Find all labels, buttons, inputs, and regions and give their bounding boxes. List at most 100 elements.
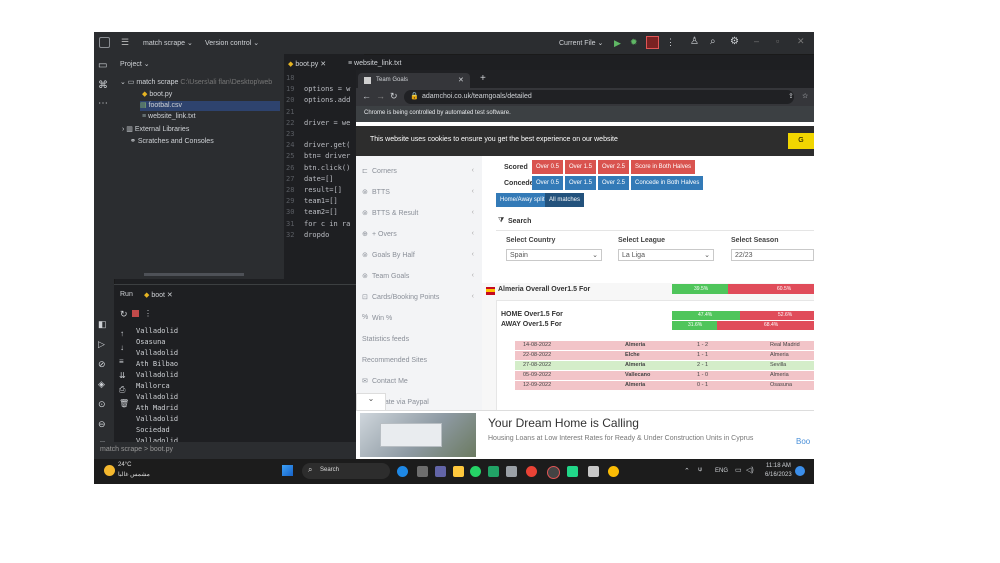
- conceded-over15-button[interactable]: Over 1.5: [565, 176, 597, 190]
- services-icon[interactable]: ◈: [98, 379, 105, 390]
- main-menu-icon[interactable]: ☰: [121, 37, 129, 48]
- delete-icon[interactable]: 🗑: [119, 399, 129, 408]
- reload-icon[interactable]: ↻: [390, 91, 398, 102]
- minimize-icon[interactable]: –: [754, 36, 759, 46]
- stop-run-icon[interactable]: [132, 310, 139, 317]
- scroll-up-icon[interactable]: ↑: [120, 329, 124, 338]
- more-tools-icon[interactable]: ⋯: [98, 98, 108, 109]
- scored-over05-button[interactable]: Over 0.5: [532, 160, 564, 174]
- run-more-icon[interactable]: ⋮: [144, 309, 152, 318]
- run-tab[interactable]: ◆ boot ✕: [144, 291, 173, 299]
- lock-icon[interactable]: 🔒: [410, 92, 419, 100]
- version-control-dropdown[interactable]: Version control ⌄: [205, 39, 259, 47]
- new-tab-icon[interactable]: +: [480, 73, 486, 84]
- problems-icon[interactable]: ⊖: [98, 419, 106, 430]
- address-bar[interactable]: 🔒 adamchoi.co.uk/teamgoals/detailed: [404, 90, 794, 104]
- tray-chevron-icon[interactable]: ⌃: [684, 467, 690, 475]
- folder-icon[interactable]: ▭: [98, 60, 107, 71]
- task-view-icon[interactable]: [417, 466, 428, 477]
- run-tool-icon[interactable]: ▷: [98, 339, 105, 350]
- season-select[interactable]: 22/23: [731, 249, 814, 261]
- more-icon[interactable]: ⋮: [666, 37, 675, 48]
- ad-link[interactable]: Boo: [796, 437, 810, 446]
- tree-file-txt[interactable]: ≡ website_link.txt: [142, 113, 196, 120]
- browser-tab[interactable]: Team Goals ✕: [358, 73, 470, 88]
- scored-over25-button[interactable]: Over 2.5: [598, 160, 630, 174]
- python-console-icon[interactable]: ⊘: [98, 359, 106, 370]
- chrome-2-icon[interactable]: [608, 466, 619, 477]
- cookie-accept-button[interactable]: G: [788, 133, 814, 149]
- sidebar-item[interactable]: ⊡ Cards/Booking Points ‹: [356, 292, 482, 306]
- search-icon[interactable]: ⌕: [710, 36, 716, 47]
- sidebar-item[interactable]: ⊚ Team Goals ‹: [356, 271, 482, 285]
- terminal-icon[interactable]: ⊙: [98, 399, 106, 410]
- notepad-icon[interactable]: [588, 466, 599, 477]
- account-icon[interactable]: ♙: [690, 36, 699, 47]
- store-icon[interactable]: [506, 466, 517, 477]
- forward-icon[interactable]: →: [376, 91, 385, 101]
- conceded-over25-button[interactable]: Over 2.5: [598, 176, 630, 190]
- settings-icon[interactable]: ⚙: [730, 36, 739, 47]
- rerun-icon[interactable]: ↻: [120, 309, 128, 320]
- maximize-icon[interactable]: ▫: [776, 36, 779, 46]
- run-icon[interactable]: ▶: [614, 38, 621, 49]
- file-explorer-icon[interactable]: [453, 466, 464, 477]
- close-icon[interactable]: ✕: [797, 36, 805, 47]
- editor-tab-website-link[interactable]: ≡ website_link.txt: [348, 60, 402, 67]
- sidebar-item[interactable]: % Win %: [356, 313, 482, 327]
- debug-icon[interactable]: ✹: [630, 37, 638, 48]
- ad-banner[interactable]: Your Dream Home is Calling Housing Loans…: [356, 410, 814, 460]
- wrap-icon[interactable]: ≡: [119, 357, 124, 366]
- volume-icon[interactable]: ◁): [746, 466, 754, 474]
- skype-icon[interactable]: [397, 466, 408, 477]
- network-icon[interactable]: ▭: [735, 466, 742, 474]
- collapse-ad-button[interactable]: ⌄: [356, 393, 386, 411]
- editor-tab-boot[interactable]: ◆ boot.py ✕: [288, 60, 326, 68]
- all-matches-button[interactable]: All matches: [545, 193, 585, 207]
- pycharm-icon[interactable]: [567, 466, 578, 477]
- tree-file-boot[interactable]: ◆ boot.py: [142, 90, 172, 98]
- excel-icon[interactable]: [488, 466, 499, 477]
- notification-icon[interactable]: [795, 466, 805, 476]
- stop-icon[interactable]: [646, 36, 659, 49]
- teams-icon[interactable]: [435, 466, 446, 477]
- conceded-both-halves-button[interactable]: Concede in Both Halves: [631, 176, 704, 190]
- location-icon[interactable]: ⍦: [698, 466, 702, 474]
- tree-file-csv[interactable]: ▤ footbal.csv: [140, 101, 280, 111]
- chrome-automation-icon[interactable]: [547, 466, 560, 479]
- home-away-split-button[interactable]: Home/Away split: [496, 193, 549, 207]
- code-editor[interactable]: ◆ boot.py ✕ ≡ website_link.txt 18 19 optio…: [284, 54, 402, 279]
- clock-time[interactable]: 11:18 AM: [766, 463, 791, 469]
- python-packages-icon[interactable]: ◧: [98, 319, 107, 330]
- share-icon[interactable]: ⇪: [788, 92, 794, 100]
- sidebar-item[interactable]: ⊏ Corners ‹: [356, 166, 482, 180]
- whatsapp-icon[interactable]: [470, 466, 481, 477]
- conceded-over05-button[interactable]: Over 0.5: [532, 176, 564, 190]
- country-select[interactable]: Spain ⌄: [506, 249, 602, 261]
- taskbar-search[interactable]: ⌕ Search: [302, 463, 390, 479]
- back-icon[interactable]: ←: [362, 91, 371, 101]
- start-button[interactable]: [282, 465, 293, 476]
- league-select[interactable]: La Liga ⌄: [618, 249, 714, 261]
- sidebar-item[interactable]: ⊚ Goals By Half ‹: [356, 250, 482, 264]
- scored-over15-button[interactable]: Over 1.5: [565, 160, 597, 174]
- tree-scratches[interactable]: ⚭ Scratches and Consoles: [130, 137, 214, 145]
- sidebar-item[interactable]: Statistics feeds: [356, 334, 482, 348]
- scored-both-halves-button[interactable]: Score in Both Halves: [631, 160, 696, 174]
- sidebar-item[interactable]: ⊚ BTTS ‹: [356, 187, 482, 201]
- sidebar-item[interactable]: ⊚ BTTS & Result ‹: [356, 208, 482, 222]
- sidebar-item[interactable]: ⊕ + Overs ‹: [356, 229, 482, 243]
- print-icon[interactable]: ⎙: [119, 385, 125, 395]
- project-panel-title[interactable]: Project ⌄: [120, 60, 150, 68]
- scroll-down-icon[interactable]: ↓: [120, 343, 124, 352]
- project-dropdown[interactable]: match scrape ⌄: [143, 39, 193, 47]
- chrome-icon[interactable]: [526, 466, 537, 477]
- structure-icon[interactable]: ⌘: [98, 80, 108, 91]
- language-indicator[interactable]: ENG: [715, 468, 728, 474]
- tree-external-libraries[interactable]: › ▥ External Libraries: [122, 125, 189, 133]
- tab-close-icon[interactable]: ✕: [458, 76, 464, 84]
- horizontal-scrollbar[interactable]: [144, 273, 244, 276]
- star-icon[interactable]: ☆: [802, 92, 808, 100]
- weather-icon[interactable]: [104, 465, 115, 476]
- scroll-end-icon[interactable]: ⇊: [119, 371, 126, 380]
